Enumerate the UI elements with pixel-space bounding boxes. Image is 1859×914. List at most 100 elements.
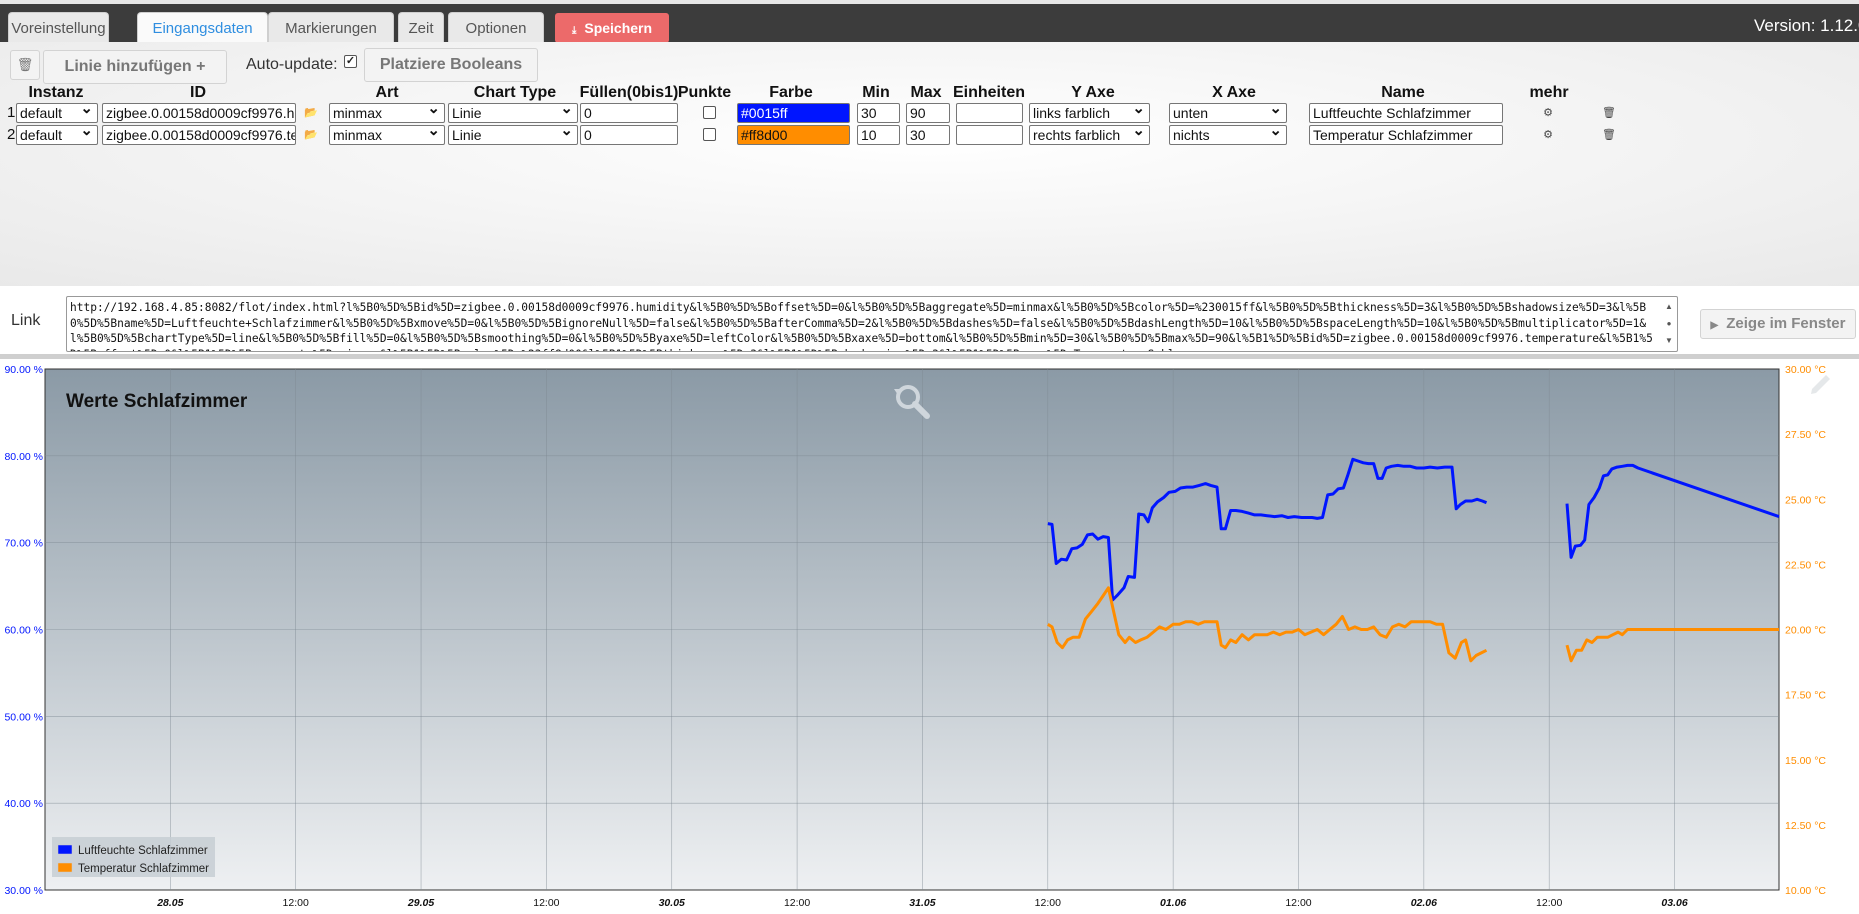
min-field[interactable]: 10 <box>857 125 900 145</box>
color-field[interactable]: #0015ff <box>737 103 850 123</box>
autoupdate-label: Auto-update: <box>246 56 338 73</box>
save-icon: ⤓ <box>571 25 577 36</box>
x-tick-label: 02.06 <box>1411 897 1437 909</box>
y-right-tick-label: 25.00 °C <box>1785 494 1826 506</box>
delete-row-icon[interactable]: 🗑 <box>1599 103 1619 123</box>
name-field[interactable]: Luftfeuchte Schlafzimmer <box>1309 103 1503 123</box>
instance-select[interactable]: default <box>16 125 98 145</box>
folder-icon[interactable]: 📂 <box>301 103 321 123</box>
tab-voreinstellung[interactable]: Voreinstellung <box>8 12 109 46</box>
version-label: Version: 1.12.0 <box>1754 16 1859 35</box>
y-axis-select[interactable]: links farblich <box>1029 103 1150 123</box>
x-axis: 28.05 12:00 29.05 12:00 30.05 12:00 31.05 12:00… <box>156 897 1688 909</box>
show-in-window-button[interactable]: ▶ Zeige im Fenster <box>1700 309 1856 339</box>
col-id: ID <box>190 84 206 101</box>
y-axis-left: 30.00 % 40.00 % 50.00 % 60.00 % 70.00 % 80.00… <box>4 364 43 897</box>
col-color: Farbe <box>769 84 813 101</box>
legend-label: Temperatur Schlafzimmer <box>78 863 209 875</box>
points-checkbox[interactable] <box>703 128 716 141</box>
y-left-tick-label: 60.00 % <box>4 625 43 637</box>
y-right-tick-label: 22.50 °C <box>1785 559 1826 571</box>
color-field[interactable]: #ff8d00 <box>737 125 850 145</box>
chart-title: Werte Schlafzimmer <box>66 391 248 412</box>
x-axis-select[interactable]: nichts <box>1169 125 1287 145</box>
name-field[interactable]: Temperatur Schlafzimmer <box>1309 125 1503 145</box>
x-tick-label: 03.06 <box>1661 897 1687 909</box>
y-axis-select[interactable]: rechts farblich <box>1029 125 1150 145</box>
col-max: Max <box>910 84 942 101</box>
link-label: Link <box>11 312 41 329</box>
y-left-tick-label: 70.00 % <box>4 538 43 550</box>
add-line-button[interactable]: Linie hinzufügen + <box>43 50 227 84</box>
autoupdate-checkbox[interactable]: ✓ <box>344 55 357 68</box>
units-field[interactable] <box>956 125 1023 145</box>
show-in-window-label: Zeige im Fenster <box>1726 315 1846 332</box>
col-fill: Füllen(0bis1) <box>579 84 679 101</box>
link-row: Link http://192.168.4.85:8082/flot/index… <box>0 286 1859 354</box>
legend-label: Luftfeuchte Schlafzimmer <box>78 845 208 857</box>
legend: Luftfeuchte Schlafzimmer Temperatur Schla… <box>52 837 215 877</box>
tab-markierungen[interactable]: Markierungen <box>268 12 394 46</box>
delete-all-button[interactable]: 🗑 <box>10 50 40 80</box>
fill-field[interactable]: 0 <box>580 125 678 145</box>
points-checkbox[interactable] <box>703 106 716 119</box>
delete-row-icon[interactable]: 🗑 <box>1599 125 1619 145</box>
x-tick-label: 12:00 <box>784 897 810 909</box>
link-scrollbar[interactable]: ▲ ● ▼ <box>1662 298 1676 350</box>
x-tick-label: 12:00 <box>533 897 559 909</box>
min-field[interactable]: 30 <box>857 103 900 123</box>
x-tick-label: 28.05 <box>156 897 183 909</box>
max-field[interactable]: 90 <box>906 103 950 123</box>
tab-optionen[interactable]: Optionen <box>448 12 544 46</box>
chart-type-select[interactable]: Linie <box>448 125 578 145</box>
link-textarea[interactable]: http://192.168.4.85:8082/flot/index.html… <box>66 296 1678 352</box>
save-label: Speichern <box>584 20 653 36</box>
play-icon: ▶ <box>1710 320 1719 331</box>
col-art: Art <box>375 84 399 101</box>
y-right-tick-label: 17.50 °C <box>1785 690 1826 702</box>
x-tick-label: 29.05 <box>407 897 434 909</box>
settings-icon[interactable]: ⚙ <box>1538 103 1558 123</box>
y-left-tick-label: 30.00 % <box>4 885 43 897</box>
row-number: 1 <box>7 104 16 121</box>
y-left-tick-label: 50.00 % <box>4 711 43 723</box>
id-field[interactable]: zigbee.0.00158d0009cf9976.te <box>102 125 296 145</box>
y-left-tick-label: 90.00 % <box>4 364 43 376</box>
units-field[interactable] <box>956 103 1023 123</box>
save-button[interactable]: ⤓ Speichern <box>555 13 669 43</box>
col-more: mehr <box>1529 84 1569 101</box>
y-right-tick-label: 12.50 °C <box>1785 820 1826 832</box>
place-booleans-button[interactable]: Platziere Booleans <box>364 48 538 82</box>
y-left-tick-label: 40.00 % <box>4 798 43 810</box>
legend-swatch <box>57 844 73 855</box>
col-instanz: Instanz <box>28 84 84 101</box>
folder-icon[interactable]: 📂 <box>301 125 321 145</box>
x-tick-label: 31.05 <box>909 897 935 909</box>
row-number: 2 <box>7 126 16 143</box>
y-axis-right: 10.00 °C 12.50 °C 15.00 °C 17.50 °C 20.00 °C… <box>1785 364 1826 897</box>
x-axis-select[interactable]: unten <box>1169 103 1287 123</box>
aggregate-select[interactable]: minmax <box>329 125 445 145</box>
col-points: Punkte <box>677 84 732 101</box>
x-tick-label: 12:00 <box>1285 897 1311 909</box>
id-field[interactable]: zigbee.0.00158d0009cf9976.h <box>102 103 296 123</box>
chart-type-select[interactable]: Linie <box>448 103 578 123</box>
input-data-panel: 🗑 Linie hinzufügen + Auto-update: ✓ Plat… <box>0 42 1859 286</box>
col-name: Name <box>1381 84 1425 101</box>
trash-icon: 🗑 <box>16 57 34 72</box>
col-y-axis: Y Axe <box>1071 84 1115 101</box>
legend-swatch <box>57 862 73 873</box>
x-tick-label: 12:00 <box>283 897 309 909</box>
settings-icon[interactable]: ⚙ <box>1538 125 1558 145</box>
instance-select[interactable]: default <box>16 103 98 123</box>
tab-zeit[interactable]: Zeit <box>398 12 444 46</box>
y-right-tick-label: 20.00 °C <box>1785 625 1826 637</box>
aggregate-select[interactable]: minmax <box>329 103 445 123</box>
y-right-tick-label: 30.00 °C <box>1785 364 1826 376</box>
chart: 30.00 % 40.00 % 50.00 % 60.00 % 70.00 % 80.00… <box>4 364 1830 909</box>
fill-field[interactable]: 0 <box>580 103 678 123</box>
col-units: Einheiten <box>952 84 1025 101</box>
edit-pencil-icon[interactable] <box>1811 375 1830 394</box>
max-field[interactable]: 30 <box>906 125 950 145</box>
col-min: Min <box>862 84 890 101</box>
